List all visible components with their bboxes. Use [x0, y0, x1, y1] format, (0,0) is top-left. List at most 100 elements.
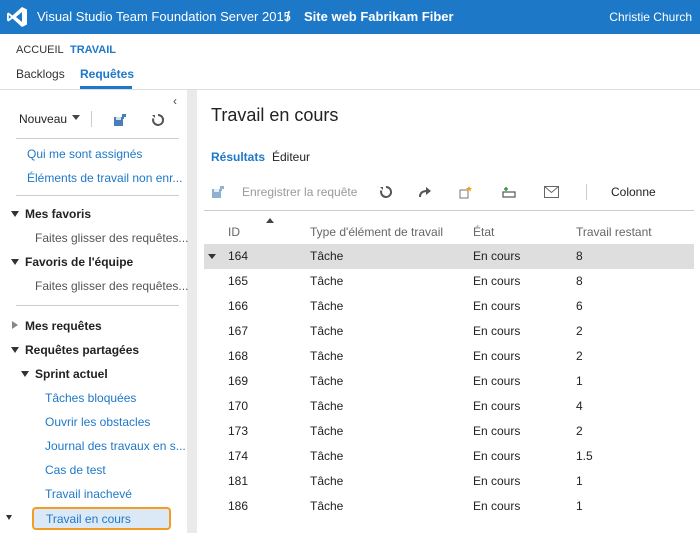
tab-backlogs[interactable]: Backlogs	[16, 67, 65, 81]
hub-work[interactable]: TRAVAIL	[70, 44, 116, 56]
cell-type: Tâche	[310, 274, 344, 288]
top-bar: Visual Studio Team Foundation Server 201…	[0, 0, 700, 34]
cell-remaining-work: 2	[576, 324, 583, 338]
query-work-in-progress-selected[interactable]: Travail en cours	[32, 507, 171, 530]
breadcrumb-separator: /	[286, 8, 290, 24]
refresh-icon[interactable]	[378, 184, 394, 200]
expand-arrow-icon[interactable]	[11, 347, 19, 353]
table-row[interactable]: 170 Tâche En cours 4	[204, 394, 694, 419]
cell-state: En cours	[473, 299, 521, 313]
cell-type: Tâche	[310, 449, 344, 463]
cell-id: 173	[228, 424, 249, 438]
table-row[interactable]: 174 Tâche En cours 1.5	[204, 444, 694, 469]
cell-state: En cours	[473, 249, 521, 263]
email-icon[interactable]	[542, 184, 560, 200]
query-unfinished-work[interactable]: Travail inachevé	[45, 487, 132, 501]
query-work-in-progress-log[interactable]: Journal des travaux en s...	[45, 439, 186, 453]
column-header-state[interactable]: État	[473, 225, 494, 239]
sort-ascending-icon	[266, 218, 274, 223]
cell-id: 167	[228, 324, 249, 338]
cell-type: Tâche	[310, 299, 344, 313]
product-name[interactable]: Visual Studio Team Foundation Server 201…	[37, 9, 291, 24]
visual-studio-logo-icon[interactable]	[6, 6, 28, 28]
tab-queries[interactable]: Requêtes	[80, 67, 134, 81]
query-blocked-tasks[interactable]: Tâches bloquées	[45, 391, 136, 405]
column-options-button[interactable]: Colonne	[611, 185, 656, 199]
cell-type: Tâche	[310, 399, 344, 413]
link-icon[interactable]	[501, 184, 517, 200]
cell-remaining-work: 4	[576, 399, 583, 413]
cell-id: 181	[228, 474, 249, 488]
toolbar-divider	[91, 111, 92, 127]
query-test-cases[interactable]: Cas de test	[45, 463, 106, 477]
project-name[interactable]: Site web Fabrikam Fiber	[304, 9, 454, 24]
team-favorites-heading[interactable]: Favoris de l'équipe	[25, 255, 133, 269]
cell-remaining-work: 1	[576, 374, 583, 388]
cell-remaining-work: 6	[576, 299, 583, 313]
column-header-id[interactable]: ID	[228, 225, 240, 239]
my-favorites-hint: Faites glisser des requêtes...	[35, 231, 189, 245]
table-row[interactable]: 169 Tâche En cours 1	[204, 369, 694, 394]
expand-arrow-icon[interactable]	[11, 211, 19, 217]
collapsed-arrow-icon[interactable]	[12, 321, 18, 329]
query-open-impediments[interactable]: Ouvrir les obstacles	[45, 415, 150, 429]
table-row[interactable]: 168 Tâche En cours 2	[204, 344, 694, 369]
cell-state: En cours	[473, 274, 521, 288]
toolbar-divider	[586, 184, 587, 200]
save-query-button[interactable]: Enregistrer la requête	[242, 185, 357, 199]
cell-id: 174	[228, 449, 249, 463]
cell-id: 186	[228, 499, 249, 513]
my-queries-folder[interactable]: Mes requêtes	[25, 319, 102, 333]
expand-arrow-icon[interactable]	[11, 259, 19, 265]
save-query-icon[interactable]	[209, 184, 227, 200]
column-header-remaining-work[interactable]: Travail restant	[576, 225, 652, 239]
query-unsaved-work-items[interactable]: Éléments de travail non enr...	[27, 171, 182, 185]
user-name[interactable]: Christie Church	[609, 10, 692, 24]
table-row[interactable]: 167 Tâche En cours 2	[204, 319, 694, 344]
refresh-icon[interactable]	[150, 112, 166, 128]
tab-editor[interactable]: Éditeur	[272, 150, 310, 164]
cell-type: Tâche	[310, 424, 344, 438]
row-context-menu-icon[interactable]	[208, 254, 216, 259]
save-icon[interactable]	[112, 112, 128, 128]
new-work-item-icon[interactable]	[458, 184, 474, 200]
cell-state: En cours	[473, 374, 521, 388]
table-row[interactable]: 164 Tâche En cours 8	[204, 244, 694, 269]
selected-query-label: Travail en cours	[46, 512, 131, 526]
cell-remaining-work: 2	[576, 349, 583, 363]
cell-id: 164	[228, 249, 249, 263]
left-divider	[16, 305, 179, 306]
cell-id: 168	[228, 349, 249, 363]
current-sprint-folder[interactable]: Sprint actuel	[35, 367, 108, 381]
expand-arrow-icon[interactable]	[21, 371, 29, 377]
cell-type: Tâche	[310, 349, 344, 363]
context-menu-arrow-icon[interactable]	[6, 515, 12, 520]
cell-state: En cours	[473, 324, 521, 338]
table-row[interactable]: 173 Tâche En cours 2	[204, 419, 694, 444]
cell-state: En cours	[473, 399, 521, 413]
pane-splitter[interactable]	[187, 90, 197, 533]
collapse-chevron-icon[interactable]: ‹	[173, 94, 177, 108]
cell-id: 166	[228, 299, 249, 313]
cell-type: Tâche	[310, 374, 344, 388]
tab-results[interactable]: Résultats	[211, 150, 265, 164]
chevron-down-icon[interactable]	[72, 115, 80, 120]
cell-remaining-work: 1	[576, 499, 583, 513]
cell-remaining-work: 1.5	[576, 449, 593, 463]
query-assigned-to-me[interactable]: Qui me sont assignés	[27, 147, 142, 161]
cell-state: En cours	[473, 349, 521, 363]
team-favorites-hint: Faites glisser des requêtes...	[35, 279, 189, 293]
my-favorites-heading[interactable]: Mes favoris	[25, 207, 91, 221]
cell-state: En cours	[473, 499, 521, 513]
hub-home[interactable]: ACCUEIL	[16, 44, 64, 56]
new-query-button[interactable]: Nouveau	[19, 112, 67, 126]
column-header-type[interactable]: Type d'élément de travail	[310, 225, 443, 239]
table-row[interactable]: 181 Tâche En cours 1	[204, 469, 694, 494]
redo-icon[interactable]	[417, 184, 433, 200]
cell-state: En cours	[473, 424, 521, 438]
table-row[interactable]: 186 Tâche En cours 1	[204, 494, 694, 519]
table-row[interactable]: 166 Tâche En cours 6	[204, 294, 694, 319]
shared-queries-folder[interactable]: Requêtes partagées	[25, 343, 139, 357]
table-row[interactable]: 165 Tâche En cours 8	[204, 269, 694, 294]
left-divider	[16, 138, 179, 139]
